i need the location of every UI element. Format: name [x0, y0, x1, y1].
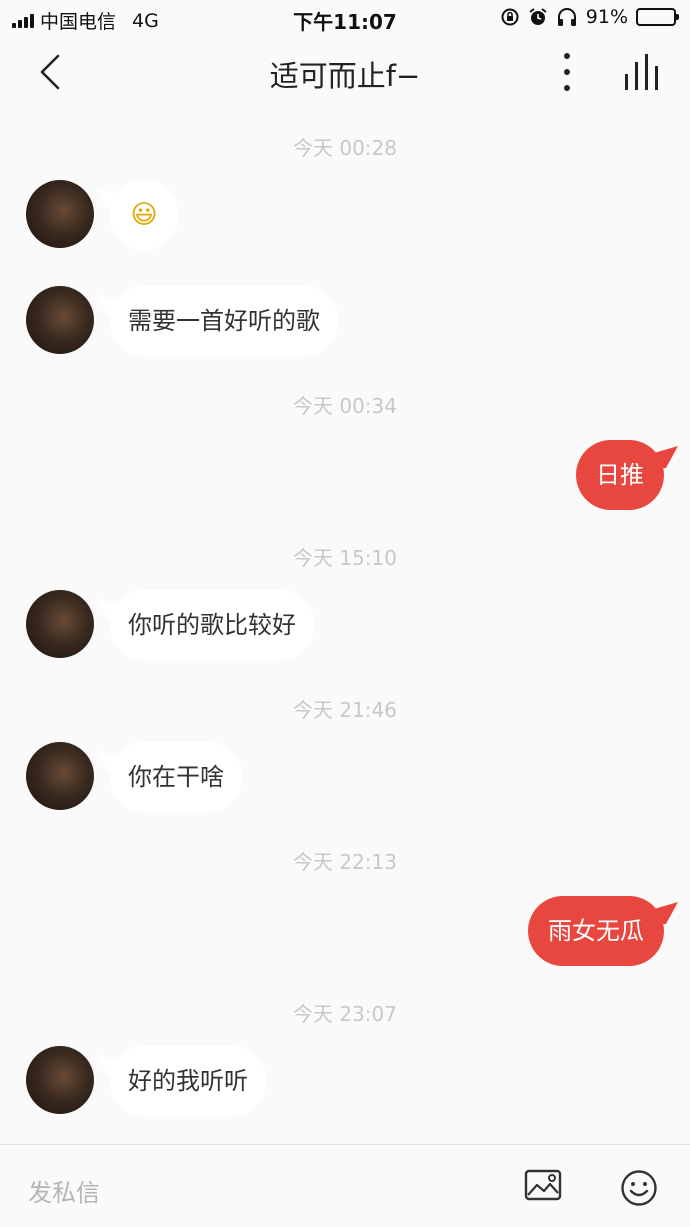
headphones-icon	[557, 8, 576, 26]
message-bubble-received[interactable]: 需要一首好听的歌	[110, 286, 338, 356]
emoji-icon	[621, 1170, 657, 1206]
message-bubble-received[interactable]: 你听的歌比较好	[110, 590, 314, 660]
playing-button[interactable]	[620, 52, 666, 92]
more-icon	[564, 53, 570, 91]
avatar[interactable]	[26, 590, 94, 658]
message-bubble-received[interactable]: 😃	[110, 180, 178, 250]
timestamp: 今天 00:28	[293, 136, 397, 160]
emoji-button[interactable]	[620, 1169, 658, 1207]
message-list[interactable]: 今天 00:28 😃 需要一首好听的歌 今天 00:34 日推 今天 15:10…	[0, 108, 690, 1144]
battery-percent: 91%	[585, 6, 628, 28]
timestamp: 今天 23:07	[293, 1002, 397, 1026]
message-bubble-received[interactable]: 好的我听听	[110, 1046, 266, 1116]
more-button[interactable]	[552, 50, 582, 94]
battery-icon	[636, 8, 679, 26]
equalizer-icon	[625, 54, 658, 90]
rotation-lock-icon	[501, 8, 519, 26]
message-bubble-received[interactable]: 你在干啥	[110, 742, 242, 812]
alarm-icon	[529, 8, 547, 25]
image-button[interactable]	[524, 1169, 562, 1203]
avatar[interactable]	[26, 286, 94, 354]
avatar[interactable]	[26, 1046, 94, 1114]
chat-header: 适可而止f−	[0, 36, 690, 108]
emoji-message: 😃	[130, 200, 158, 230]
timestamp: 今天 00:34	[293, 394, 397, 418]
avatar[interactable]	[26, 180, 94, 248]
timestamp: 今天 21:46	[293, 698, 397, 722]
status-bar: 中国电信 4G 下午11:07 91%	[0, 0, 690, 36]
avatar[interactable]	[26, 742, 94, 810]
message-input[interactable]: 发私信	[28, 1173, 100, 1208]
timestamp: 今天 15:10	[293, 546, 397, 570]
timestamp: 今天 22:13	[293, 850, 397, 874]
page-title: 适可而止f−	[269, 59, 421, 93]
message-bubble-sent[interactable]: 雨女无瓜	[528, 896, 664, 966]
status-right: 91%	[500, 6, 679, 28]
message-bubble-sent[interactable]: 日推	[576, 440, 664, 510]
composer-bar: 发私信	[0, 1144, 690, 1227]
image-icon	[524, 1169, 562, 1201]
